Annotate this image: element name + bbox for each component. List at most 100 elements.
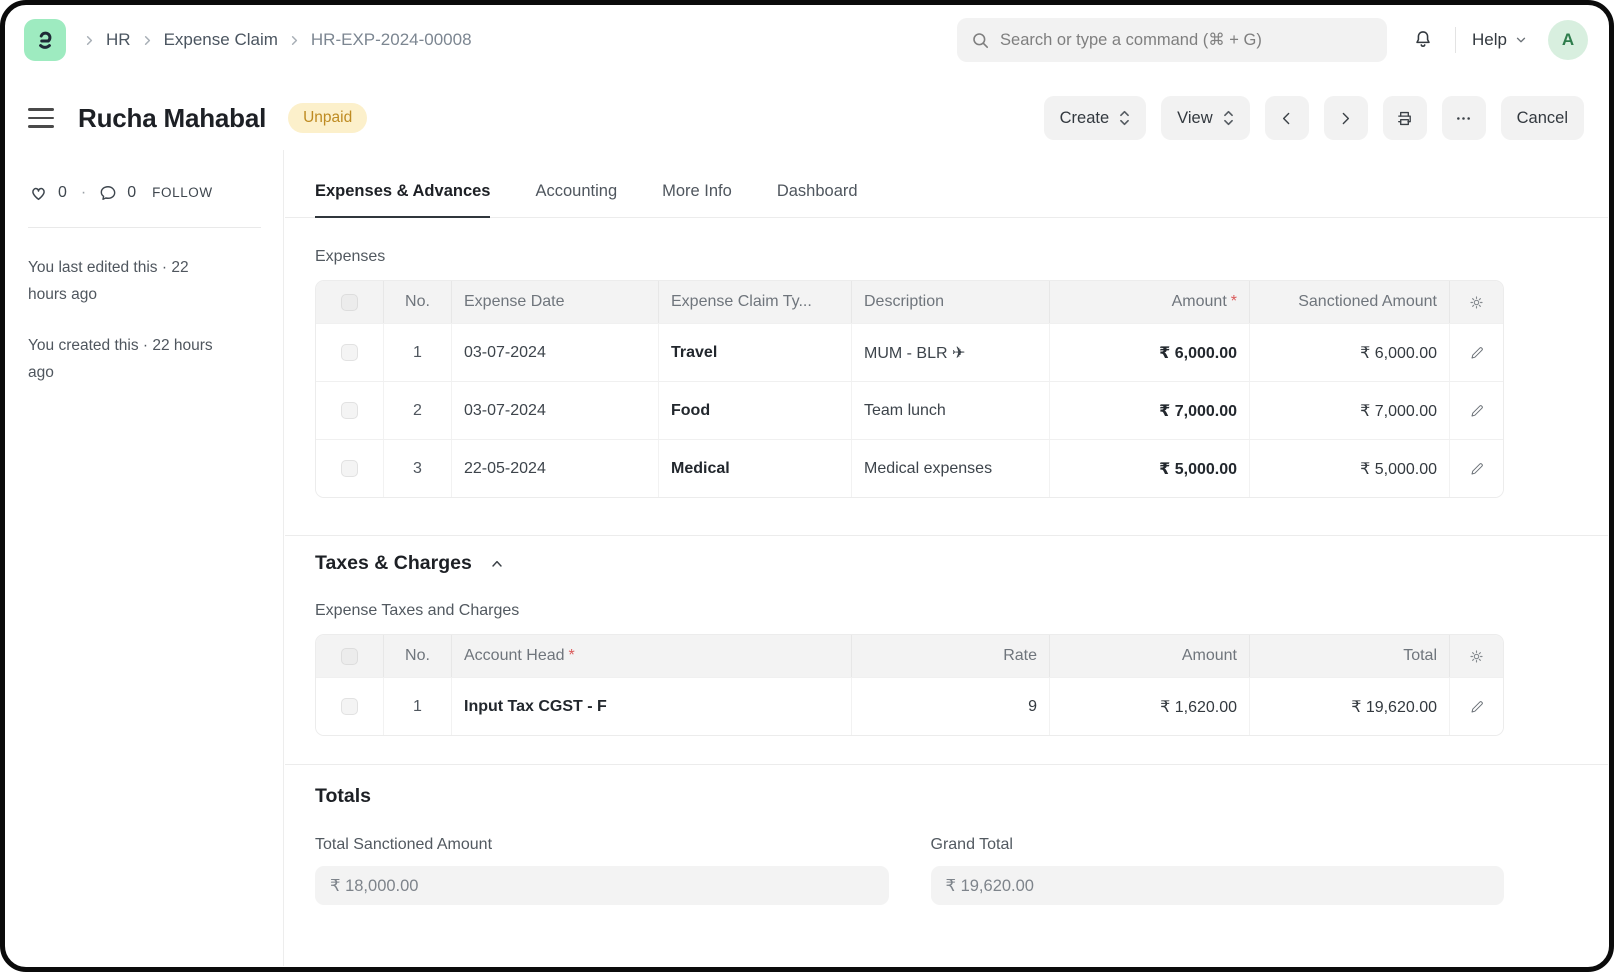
view-button-label: View: [1177, 109, 1212, 128]
comment-count[interactable]: 0: [127, 184, 136, 202]
sanctioned-amount: ₹ 7,000.00: [1249, 382, 1449, 439]
help-menu[interactable]: Help: [1468, 24, 1532, 56]
sidebar-toggle-icon[interactable]: [28, 108, 54, 127]
frappe-hr-logo-icon: [32, 27, 58, 53]
breadcrumb-item-current-doc: HR-EXP-2024-00008: [311, 30, 472, 50]
pencil-icon: [1469, 699, 1485, 715]
grand-total-value: ₹ 19,620.00: [931, 866, 1505, 905]
notifications-button[interactable]: [1401, 18, 1445, 62]
row-number: 2: [383, 382, 451, 439]
app-logo[interactable]: [24, 19, 66, 61]
expense-description: Medical expenses: [851, 440, 1049, 497]
previous-document-button[interactable]: [1265, 96, 1309, 140]
tax-table-label: Expense Taxes and Charges: [315, 602, 1504, 620]
pencil-icon: [1469, 461, 1485, 477]
section-divider: [285, 764, 1608, 765]
tab-accounting[interactable]: Accounting: [535, 182, 617, 218]
chevron-right-icon: [82, 33, 97, 48]
user-avatar[interactable]: A: [1548, 20, 1588, 60]
expenses-table-label: Expenses: [315, 248, 1504, 266]
printer-icon: [1395, 109, 1414, 128]
tax-row[interactable]: 1 Input Tax CGST - F 9 ₹ 1,620.00 ₹ 19,6…: [316, 677, 1503, 735]
expense-row[interactable]: 3 22-05-2024 Medical Medical expenses ₹ …: [316, 439, 1503, 497]
search-input[interactable]: [1000, 31, 1373, 50]
last-edited-text: You last edited this · 22 hours ago: [28, 254, 224, 308]
tab-more-info[interactable]: More Info: [662, 182, 732, 218]
row-number: 1: [383, 678, 451, 735]
print-button[interactable]: [1383, 96, 1427, 140]
required-asterisk: *: [1231, 293, 1237, 311]
col-expense-date: Expense Date: [451, 281, 658, 323]
total-sanctioned-label: Total Sanctioned Amount: [315, 836, 889, 854]
taxes-section: Taxes & Charges Expense Taxes and Charge…: [285, 552, 1608, 736]
form-tabs: Expenses & Advances Accounting More Info…: [285, 150, 1608, 218]
tax-total: ₹ 19,620.00: [1249, 678, 1449, 735]
follow-button[interactable]: FOLLOW: [152, 185, 213, 200]
breadcrumb-item-expense-claim[interactable]: Expense Claim: [164, 30, 278, 50]
ellipsis-icon: [1454, 109, 1473, 128]
expense-row[interactable]: 1 03-07-2024 Travel MUM - BLR ✈ ₹ 6,000.…: [316, 323, 1503, 381]
view-button[interactable]: View: [1161, 96, 1249, 140]
total-sanctioned-value: ₹ 18,000.00: [315, 866, 889, 905]
row-checkbox[interactable]: [341, 344, 358, 361]
col-no: No.: [383, 635, 451, 677]
search-icon: [971, 31, 990, 50]
page-title: Rucha Mahabal: [78, 103, 266, 134]
row-checkbox[interactable]: [341, 698, 358, 715]
expense-claim-type: Travel: [658, 324, 851, 381]
cancel-button[interactable]: Cancel: [1501, 96, 1584, 140]
global-search[interactable]: [957, 18, 1387, 62]
more-options-button[interactable]: [1442, 96, 1486, 140]
chevron-right-icon: [140, 33, 155, 48]
avatar-letter: A: [1562, 30, 1574, 50]
like-heart-icon[interactable]: [28, 182, 49, 203]
next-document-button[interactable]: [1324, 96, 1368, 140]
expense-date: 22-05-2024: [451, 440, 658, 497]
breadcrumb: HR Expense Claim HR-EXP-2024-00008: [82, 30, 472, 50]
gear-icon: [1468, 648, 1485, 665]
create-button[interactable]: Create: [1044, 96, 1147, 140]
edit-row-button[interactable]: [1465, 457, 1489, 481]
sidebar-divider: [28, 227, 261, 228]
tab-expenses-advances[interactable]: Expenses & Advances: [315, 182, 490, 218]
separator-dot: ·: [81, 184, 86, 202]
breadcrumb-item-hr[interactable]: HR: [106, 30, 131, 50]
expense-amount: ₹ 5,000.00: [1049, 440, 1249, 497]
select-all-checkbox[interactable]: [341, 648, 358, 665]
expense-amount: ₹ 6,000.00: [1049, 324, 1249, 381]
row-number: 1: [383, 324, 451, 381]
taxes-table: No. Account Head* Rate Amount Total 1 In…: [315, 634, 1504, 736]
select-chevrons-icon: [1119, 109, 1130, 127]
edit-row-button[interactable]: [1465, 341, 1489, 365]
expense-row[interactable]: 2 03-07-2024 Food Team lunch ₹ 7,000.00 …: [316, 381, 1503, 439]
expense-date: 03-07-2024: [451, 382, 658, 439]
document-header: Rucha Mahabal Unpaid Create View Canc: [28, 90, 1584, 146]
taxes-section-header[interactable]: Taxes & Charges: [315, 552, 1504, 575]
col-account-head: Account Head*: [451, 635, 851, 677]
sanctioned-amount: ₹ 6,000.00: [1249, 324, 1449, 381]
chevron-up-icon: [489, 556, 505, 572]
expenses-table-header: No. Expense Date Expense Claim Ty... Des…: [316, 281, 1503, 323]
row-checkbox[interactable]: [341, 460, 358, 477]
chevron-right-icon: [1337, 110, 1354, 127]
expenses-table: No. Expense Date Expense Claim Ty... Des…: [315, 280, 1504, 498]
col-description: Description: [851, 281, 1049, 323]
select-all-checkbox[interactable]: [341, 294, 358, 311]
edit-row-button[interactable]: [1465, 399, 1489, 423]
table-settings-button[interactable]: [1464, 290, 1489, 315]
bell-icon: [1412, 29, 1434, 51]
like-count[interactable]: 0: [58, 184, 67, 202]
col-amount: Amount: [1049, 635, 1249, 677]
comment-icon[interactable]: [98, 183, 118, 203]
expense-description: MUM - BLR ✈: [851, 324, 1049, 381]
header-actions: Create View Cancel: [1044, 96, 1584, 140]
required-asterisk: *: [569, 647, 575, 665]
edit-row-button[interactable]: [1465, 695, 1489, 719]
expenses-section: Expenses No. Expense Date Expense Claim …: [285, 248, 1608, 498]
sanctioned-amount: ₹ 5,000.00: [1249, 440, 1449, 497]
col-no: No.: [383, 281, 451, 323]
col-rate: Rate: [851, 635, 1049, 677]
tab-dashboard[interactable]: Dashboard: [777, 182, 858, 218]
row-checkbox[interactable]: [341, 402, 358, 419]
table-settings-button[interactable]: [1464, 644, 1489, 669]
